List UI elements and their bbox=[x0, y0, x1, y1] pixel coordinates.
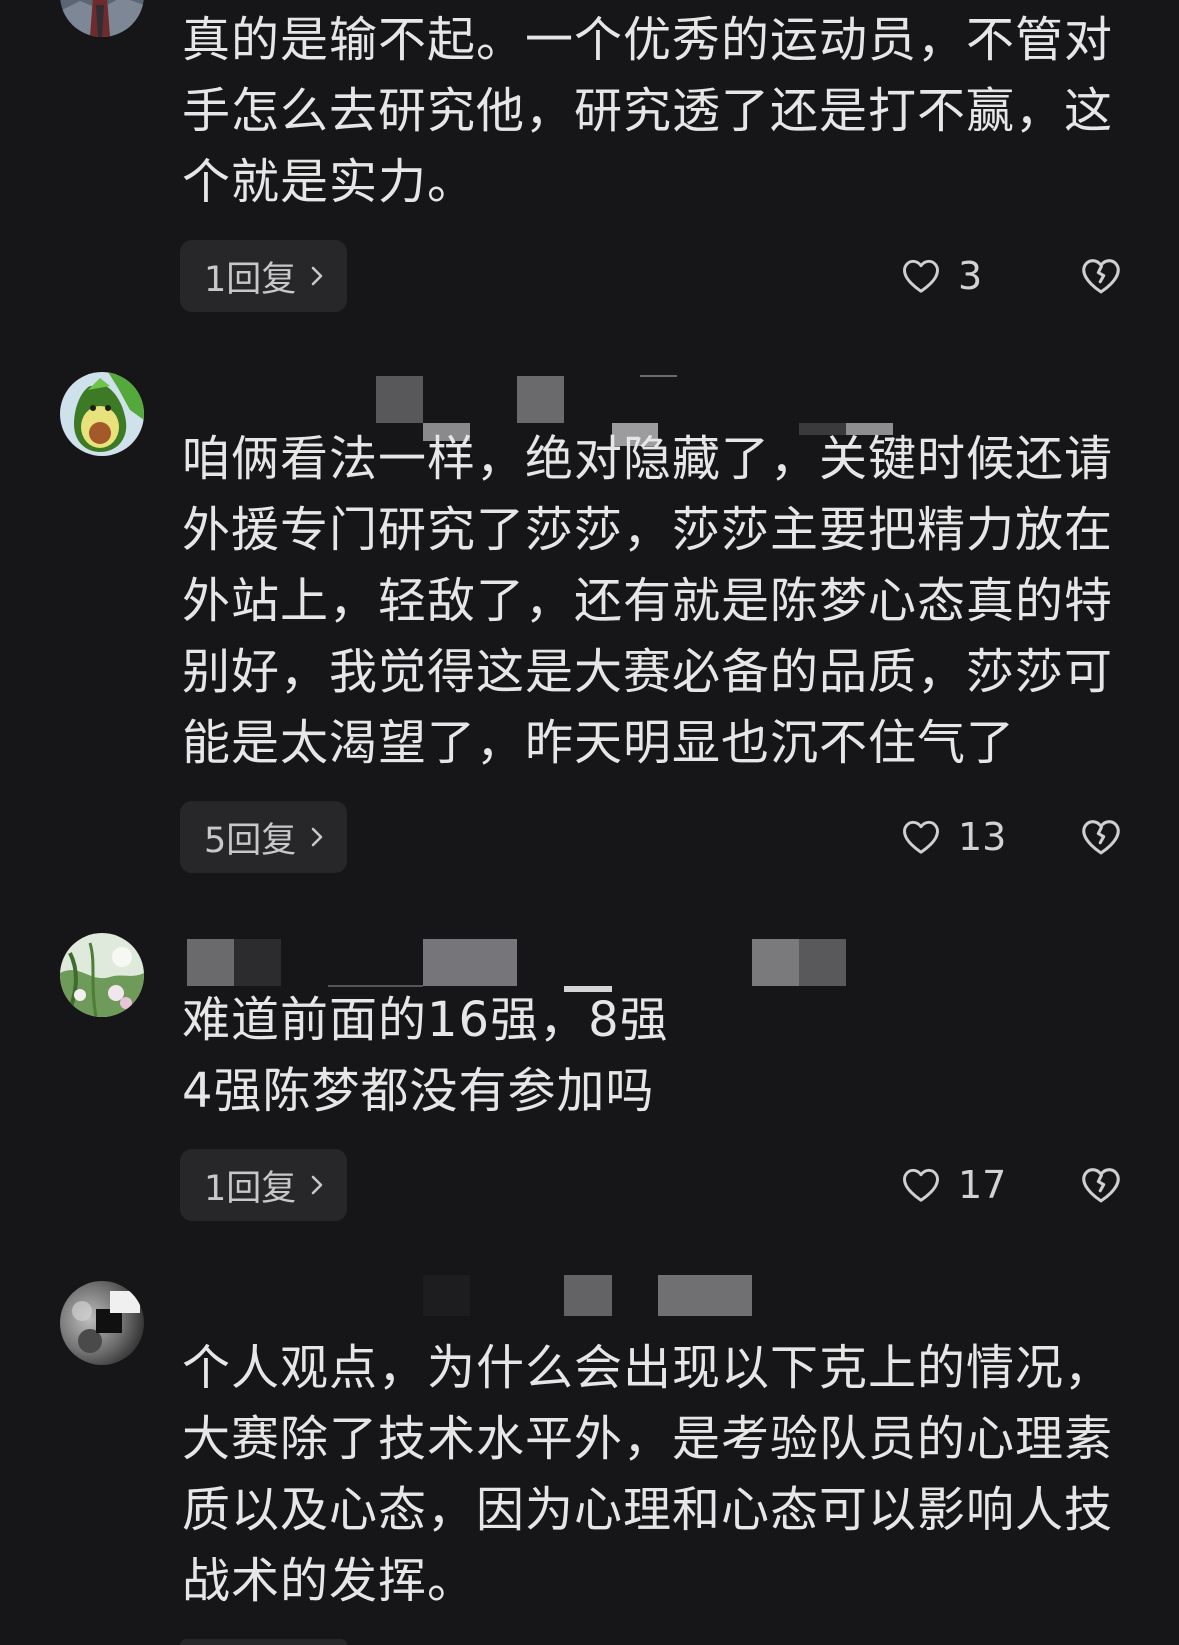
comment-text: 咱俩看法一样，绝对隐藏了，关键时候还请外援专门研究了莎莎，莎莎主要把精力放在外站… bbox=[182, 431, 1114, 771]
reply-count-label: 1回复 bbox=[204, 259, 297, 300]
heart-outline-icon bbox=[899, 815, 943, 859]
comment-actions: 5回复 13 bbox=[180, 801, 1130, 873]
redacted-block bbox=[564, 1275, 612, 1316]
avatar[interactable] bbox=[60, 372, 144, 456]
comment-actions: 1回复 3 bbox=[180, 240, 1130, 312]
comment-actions bbox=[180, 1639, 1130, 1645]
redacted-block bbox=[517, 376, 564, 423]
view-replies-button[interactable]: 5回复 bbox=[180, 801, 348, 873]
redacted-block bbox=[187, 939, 234, 986]
dislike-button[interactable] bbox=[1078, 253, 1124, 299]
dislike-button[interactable] bbox=[1078, 1162, 1124, 1208]
comment-text: 个人观点，为什么会出现以下克上的情况，大赛除了技术水平外，是考验队员的心理素质以… bbox=[182, 1340, 1114, 1609]
heart-outline-icon bbox=[899, 1163, 943, 1207]
like-button[interactable]: 17 bbox=[899, 1149, 1006, 1221]
dislike-button[interactable] bbox=[1078, 814, 1124, 860]
view-replies-button[interactable]: 1回复 bbox=[180, 1149, 348, 1221]
chevron-right-icon bbox=[310, 1173, 324, 1197]
chevron-right-icon bbox=[310, 825, 324, 849]
like-button[interactable]: 3 bbox=[899, 240, 982, 312]
redacted-block bbox=[234, 939, 281, 986]
avatar[interactable] bbox=[60, 0, 144, 37]
broken-heart-icon bbox=[1078, 814, 1124, 860]
broken-heart-icon bbox=[1078, 1162, 1124, 1208]
like-count: 3 bbox=[958, 254, 983, 298]
reply-count-label: 1回复 bbox=[204, 1168, 297, 1209]
redacted-block bbox=[376, 376, 423, 423]
redacted-block bbox=[752, 939, 799, 986]
view-replies-button[interactable]: 1回复 bbox=[180, 240, 348, 312]
reply-count-label: 5回复 bbox=[204, 820, 297, 861]
redacted-block bbox=[640, 375, 677, 377]
redacted-block bbox=[423, 1275, 470, 1316]
redacted-block bbox=[658, 1275, 752, 1316]
comment-text: 难道前面的16强，8强 4强陈梦都没有参加吗 bbox=[182, 992, 669, 1119]
view-replies-button[interactable] bbox=[180, 1639, 347, 1645]
avatar[interactable] bbox=[60, 933, 144, 1017]
redacted-block bbox=[799, 939, 846, 986]
broken-heart-icon bbox=[1078, 253, 1124, 299]
comment-actions: 1回复 17 bbox=[180, 1149, 1130, 1221]
redacted-block bbox=[423, 939, 517, 986]
chevron-right-icon bbox=[310, 264, 324, 288]
like-button[interactable]: 13 bbox=[899, 801, 1006, 873]
like-count: 17 bbox=[958, 1163, 1007, 1207]
avatar[interactable] bbox=[60, 1281, 144, 1365]
heart-outline-icon bbox=[899, 254, 943, 298]
like-count: 13 bbox=[958, 815, 1007, 859]
comment-text: 真的是输不起。一个优秀的运动员，不管对手怎么去研究他，研究透了还是打不赢，这个就… bbox=[182, 12, 1114, 210]
